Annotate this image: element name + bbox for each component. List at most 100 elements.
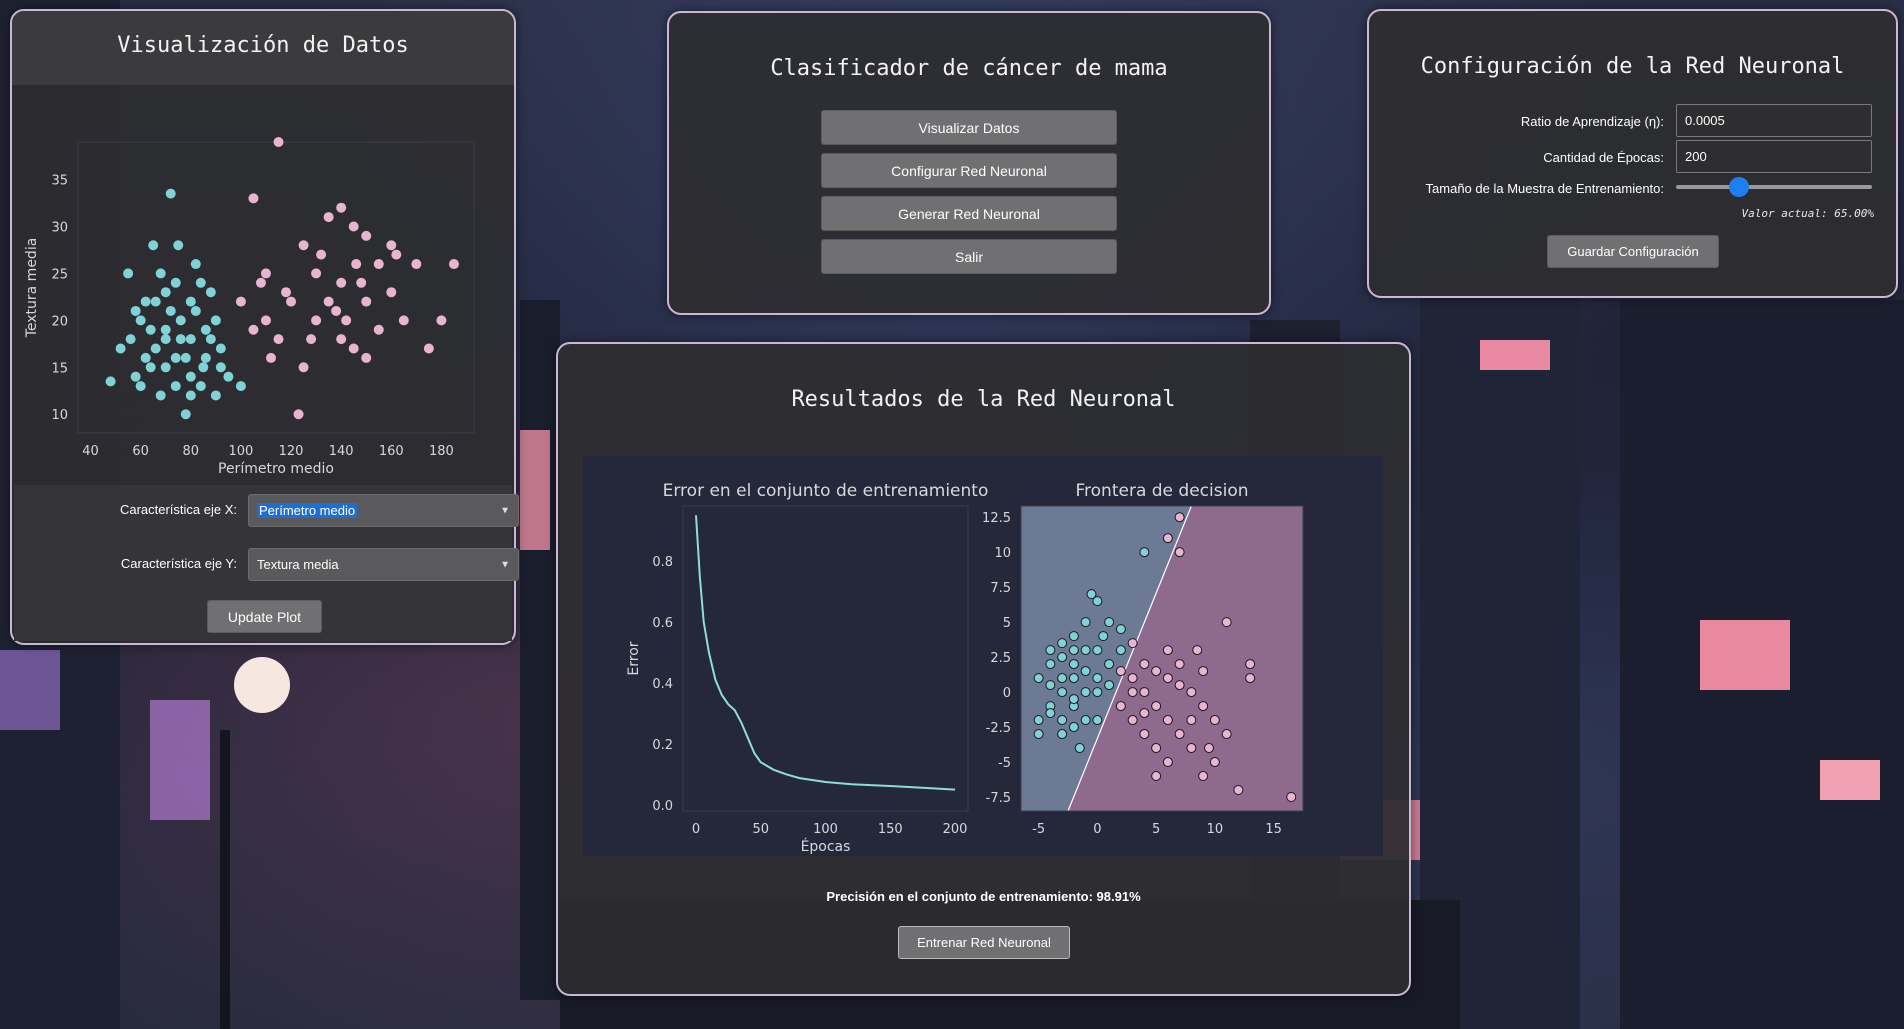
- data-point: [145, 362, 156, 373]
- data-point: [281, 287, 292, 298]
- data-point: [235, 296, 246, 307]
- decision-point: [1092, 687, 1103, 698]
- data-point: [331, 305, 342, 316]
- decision-point: [1139, 659, 1150, 670]
- data-point: [348, 343, 359, 354]
- x-tick-label: 120: [279, 444, 304, 459]
- data-point: [336, 334, 347, 345]
- data-point: [185, 296, 196, 307]
- x-tick-label: 10: [1207, 822, 1224, 837]
- results-charts: 0 50 100 150 2000.00.20.40.60.8ÉpocasErrorEr…: [583, 456, 1383, 856]
- data-point: [170, 277, 181, 288]
- data-point: [391, 249, 402, 260]
- x-tick-label: 200: [943, 822, 968, 837]
- decision-point: [1151, 743, 1162, 754]
- sample-size-slider[interactable]: [1676, 177, 1872, 197]
- decision-point: [1080, 666, 1091, 677]
- configure-network-button[interactable]: Configurar Red Neuronal: [821, 153, 1117, 188]
- data-point: [260, 268, 271, 279]
- x-tick-label: 100: [228, 444, 253, 459]
- x-axis-label: Perímetro medio: [218, 461, 334, 477]
- data-point: [273, 137, 284, 147]
- x-axis-label: Épocas: [801, 838, 851, 855]
- results-panel: Resultados de la Red Neuronal 0 50 100 150 2…: [556, 342, 1411, 996]
- data-point: [265, 352, 276, 363]
- data-point: [160, 334, 171, 345]
- current-value-text: Valor actual: 65.00%: [1741, 207, 1874, 220]
- data-point: [160, 324, 171, 335]
- y-tick-label: 12.5: [982, 511, 1011, 526]
- data-point: [155, 268, 166, 279]
- data-point: [298, 362, 309, 373]
- update-plot-button[interactable]: Update Plot: [207, 600, 322, 633]
- decision-point: [1209, 715, 1220, 726]
- menu-title: Clasificador de cáncer de mama: [770, 56, 1168, 81]
- data-point: [260, 315, 271, 326]
- y-axis-feature-select[interactable]: Textura media ▼: [248, 548, 519, 581]
- decision-point: [1115, 701, 1126, 712]
- data-point: [323, 212, 334, 223]
- data-point: [195, 381, 206, 392]
- decision-point: [1068, 722, 1079, 733]
- x-tick-label: 0: [692, 822, 700, 837]
- decision-point: [1162, 757, 1173, 768]
- y-axis-feature-label: Característica eje Y:: [120, 556, 237, 571]
- y-tick-label: 20: [51, 314, 68, 329]
- accuracy-text: Precisión en el conjunto de entrenamient…: [826, 889, 1141, 904]
- chevron-down-icon: ▼: [500, 559, 510, 570]
- decision-point: [1192, 645, 1203, 656]
- configuration-title: Configuración de la Red Neuronal: [1420, 54, 1845, 79]
- data-point: [398, 315, 409, 326]
- data-point: [311, 315, 322, 326]
- data-point: [411, 259, 422, 270]
- x-tick-label: 140: [329, 444, 354, 459]
- decision-point: [1080, 687, 1091, 698]
- data-point: [170, 352, 181, 363]
- decision-point: [1127, 638, 1138, 649]
- data-point: [165, 305, 176, 316]
- decision-point: [1045, 659, 1056, 670]
- data-point: [215, 362, 226, 373]
- exit-button[interactable]: Salir: [821, 239, 1117, 274]
- learning-rate-input[interactable]: [1676, 104, 1872, 137]
- decision-point: [1104, 680, 1115, 691]
- slider-handle[interactable]: [1728, 177, 1749, 197]
- decision-point: [1068, 694, 1079, 705]
- y-tick-label: 0.2: [652, 738, 673, 753]
- decision-point: [1221, 617, 1232, 628]
- y-tick-label: 10: [994, 546, 1011, 561]
- data-point: [150, 343, 161, 354]
- visualize-data-button[interactable]: Visualizar Datos: [821, 110, 1117, 145]
- data-point: [198, 362, 209, 373]
- decision-point: [1174, 659, 1185, 670]
- x-tick-label: 5: [1152, 822, 1160, 837]
- decision-point: [1174, 547, 1185, 558]
- chart-title: Frontera de decision: [1076, 481, 1249, 501]
- x-tick-label: 80: [183, 444, 200, 459]
- x-tick-label: 100: [813, 822, 838, 837]
- data-point: [200, 352, 211, 363]
- visualization-panel: Visualización de Datos 40 60 80 100 120 140 16…: [10, 9, 519, 645]
- y-tick-label: 15: [51, 361, 68, 376]
- y-tick-label: 0.8: [652, 555, 673, 570]
- epochs-input[interactable]: [1676, 140, 1872, 173]
- y-tick-label: -5: [998, 756, 1011, 771]
- data-point: [165, 188, 176, 199]
- data-point: [210, 315, 221, 326]
- train-network-button[interactable]: Entrenar Red Neuronal: [898, 926, 1070, 959]
- generate-network-button[interactable]: Generar Red Neuronal: [821, 196, 1117, 231]
- data-point: [336, 202, 347, 213]
- chart-title: Error en el conjunto de entrenamiento: [663, 481, 989, 501]
- data-point: [293, 409, 304, 420]
- data-point: [190, 259, 201, 270]
- save-configuration-button[interactable]: Guardar Configuración: [1547, 235, 1719, 268]
- decision-point: [1092, 715, 1103, 726]
- decision-point: [1115, 666, 1126, 677]
- configuration-panel: Configuración de la Red Neuronal Ratio d…: [1367, 9, 1898, 298]
- x-axis-feature-label: Característica eje X:: [119, 502, 237, 517]
- data-point: [298, 240, 309, 251]
- data-point: [180, 409, 191, 420]
- decision-point: [1045, 645, 1056, 656]
- x-axis-feature-select[interactable]: Perímetro medio ▼: [248, 494, 519, 527]
- decision-point: [1068, 645, 1079, 656]
